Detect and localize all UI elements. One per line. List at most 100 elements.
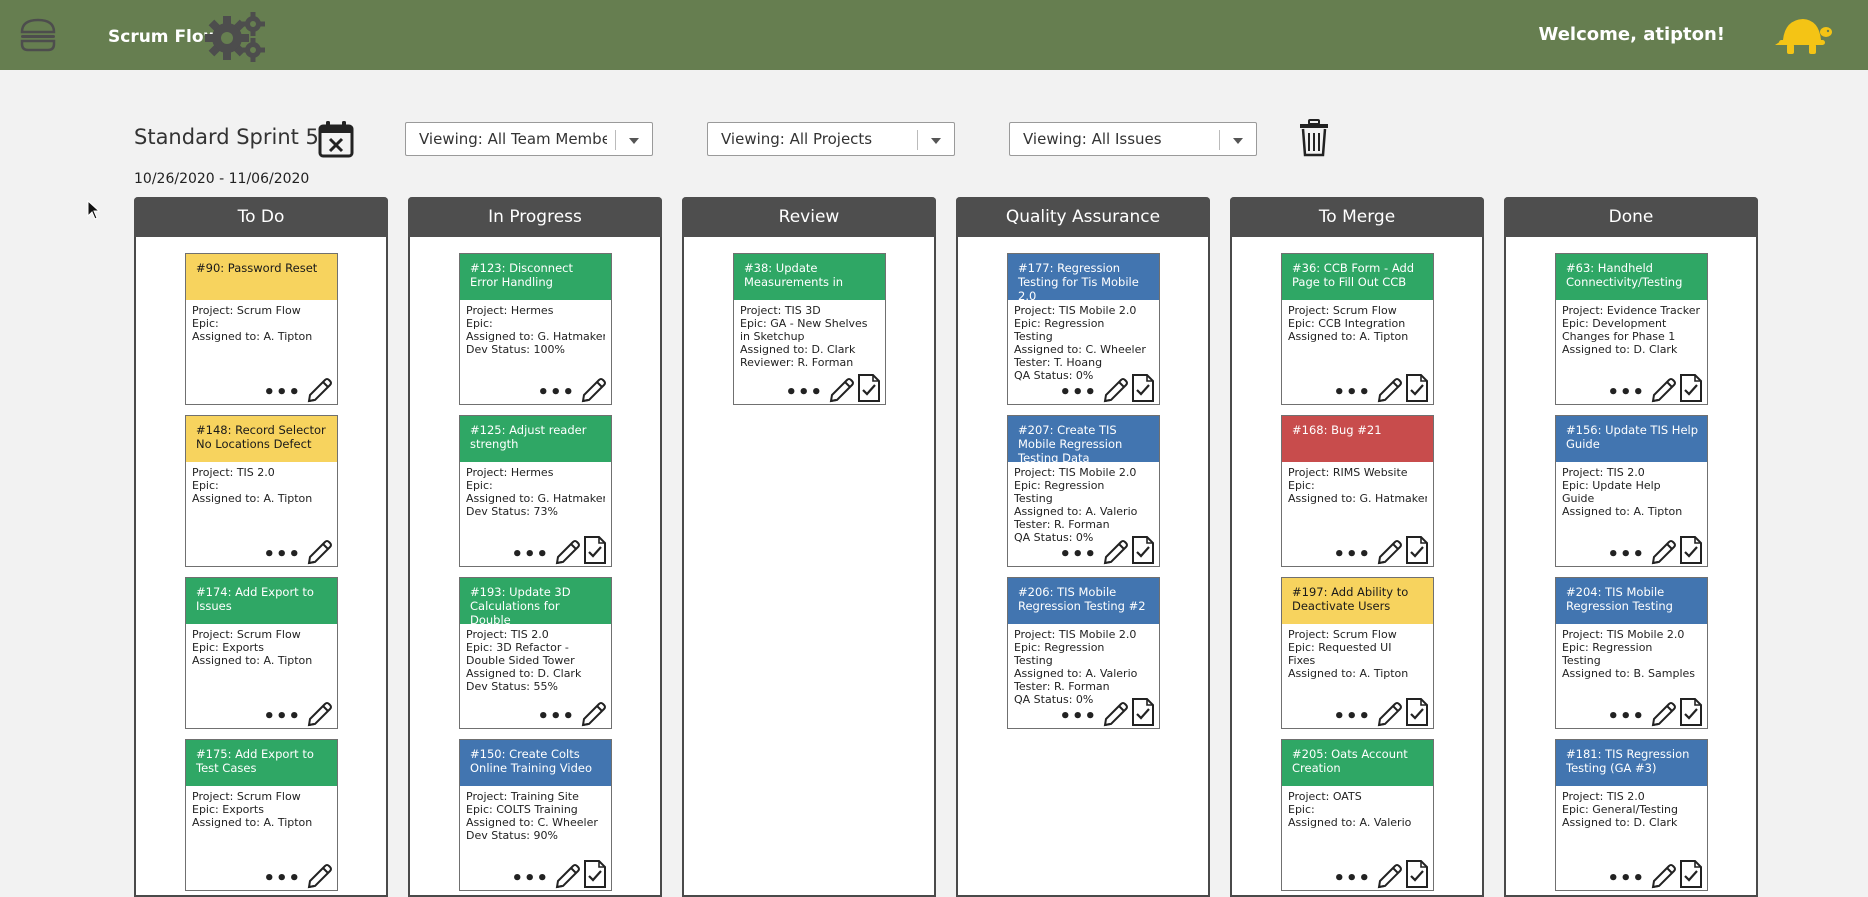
turtle-logo-icon[interactable]: [1775, 14, 1833, 56]
more-options-icon[interactable]: •••: [1607, 870, 1645, 889]
edit-pencil-icon[interactable]: [1649, 539, 1677, 565]
trash-icon[interactable]: [1298, 119, 1330, 157]
issue-card-title[interactable]: #38: Update Measurements in: [734, 254, 885, 300]
checklist-icon[interactable]: [1405, 373, 1429, 403]
gears-icon[interactable]: [203, 8, 269, 64]
projects-filter[interactable]: Viewing: All Projects: [707, 122, 955, 156]
issue-card[interactable]: #193: Update 3D Calculations for Double P…: [459, 577, 612, 729]
edit-pencil-icon[interactable]: [305, 539, 333, 565]
checklist-icon[interactable]: [1405, 859, 1429, 889]
checklist-icon[interactable]: [1131, 373, 1155, 403]
more-options-icon[interactable]: •••: [1607, 384, 1645, 403]
issue-card[interactable]: #174: Add Export to Issues Project: Scrum…: [185, 577, 338, 729]
issue-card[interactable]: #207: Create TIS Mobile Regression Testi…: [1007, 415, 1160, 567]
issue-card-title[interactable]: #90: Password Reset: [186, 254, 337, 300]
edit-pencil-icon[interactable]: [1375, 701, 1403, 727]
more-options-icon[interactable]: •••: [1333, 546, 1371, 565]
edit-pencil-icon[interactable]: [305, 701, 333, 727]
issue-card[interactable]: #181: TIS Regression Testing (GA #3) Proj…: [1555, 739, 1708, 891]
checklist-icon[interactable]: [1679, 697, 1703, 727]
edit-pencil-icon[interactable]: [553, 539, 581, 565]
issue-card-title[interactable]: #181: TIS Regression Testing (GA #3): [1556, 740, 1707, 786]
more-options-icon[interactable]: •••: [511, 546, 549, 565]
checklist-icon[interactable]: [857, 373, 881, 403]
more-options-icon[interactable]: •••: [1607, 546, 1645, 565]
edit-pencil-icon[interactable]: [1375, 863, 1403, 889]
edit-pencil-icon[interactable]: [579, 701, 607, 727]
issue-card[interactable]: #177: Regression Testing for Tis Mobile …: [1007, 253, 1160, 405]
issue-card-title[interactable]: #204: TIS Mobile Regression Testing: [1556, 578, 1707, 624]
edit-pencil-icon[interactable]: [553, 863, 581, 889]
issue-card-title[interactable]: #206: TIS Mobile Regression Testing #2: [1008, 578, 1159, 624]
issue-card-title[interactable]: #205: Oats Account Creation: [1282, 740, 1433, 786]
checklist-icon[interactable]: [1131, 535, 1155, 565]
issue-card[interactable]: #38: Update Measurements in Project: TIS …: [733, 253, 886, 405]
hamburger-menu-icon[interactable]: [18, 17, 58, 53]
issue-card[interactable]: #63: Handheld Connectivity/Testing Projec…: [1555, 253, 1708, 405]
more-options-icon[interactable]: •••: [1059, 384, 1097, 403]
issue-card[interactable]: #206: TIS Mobile Regression Testing #2 Pr…: [1007, 577, 1160, 729]
issue-card-title[interactable]: #123: Disconnect Error Handling: [460, 254, 611, 300]
more-options-icon[interactable]: •••: [263, 546, 301, 565]
checklist-icon[interactable]: [1679, 373, 1703, 403]
issue-card[interactable]: #205: Oats Account Creation Project: OATS…: [1281, 739, 1434, 891]
checklist-icon[interactable]: [583, 535, 607, 565]
issue-card-title[interactable]: #197: Add Ability to Deactivate Users: [1282, 578, 1433, 624]
issue-card-title[interactable]: #125: Adjust reader strength: [460, 416, 611, 462]
checklist-icon[interactable]: [1405, 697, 1429, 727]
issue-card[interactable]: #148: Record Selector No Locations Defec…: [185, 415, 338, 567]
checklist-icon[interactable]: [1131, 697, 1155, 727]
team-member-filter[interactable]: Viewing: All Team Member: [405, 122, 653, 156]
edit-pencil-icon[interactable]: [579, 377, 607, 403]
issue-card[interactable]: #125: Adjust reader strength Project: Her…: [459, 415, 612, 567]
chevron-down-icon[interactable]: [1233, 138, 1243, 144]
edit-pencil-icon[interactable]: [1649, 863, 1677, 889]
more-options-icon[interactable]: •••: [537, 708, 575, 727]
more-options-icon[interactable]: •••: [263, 870, 301, 889]
issue-card-title[interactable]: #156: Update TIS Help Guide: [1556, 416, 1707, 462]
edit-pencil-icon[interactable]: [1649, 377, 1677, 403]
calendar-close-icon[interactable]: [317, 120, 355, 158]
issue-card-title[interactable]: #63: Handheld Connectivity/Testing: [1556, 254, 1707, 300]
issue-card-title[interactable]: #36: CCB Form - Add Page to Fill Out CCB: [1282, 254, 1433, 300]
issue-card[interactable]: #36: CCB Form - Add Page to Fill Out CCB…: [1281, 253, 1434, 405]
issue-card-title[interactable]: #174: Add Export to Issues: [186, 578, 337, 624]
more-options-icon[interactable]: •••: [1059, 546, 1097, 565]
checklist-icon[interactable]: [583, 859, 607, 889]
issue-card[interactable]: #204: TIS Mobile Regression Testing Proje…: [1555, 577, 1708, 729]
edit-pencil-icon[interactable]: [305, 377, 333, 403]
edit-pencil-icon[interactable]: [827, 377, 855, 403]
issue-card[interactable]: #197: Add Ability to Deactivate Users Pro…: [1281, 577, 1434, 729]
edit-pencil-icon[interactable]: [1101, 701, 1129, 727]
checklist-icon[interactable]: [1405, 535, 1429, 565]
issue-card-title[interactable]: #193: Update 3D Calculations for Double: [460, 578, 611, 624]
more-options-icon[interactable]: •••: [1333, 384, 1371, 403]
issue-card-title[interactable]: #148: Record Selector No Locations Defec…: [186, 416, 337, 462]
more-options-icon[interactable]: •••: [1333, 870, 1371, 889]
issue-card-title[interactable]: #168: Bug #21: [1282, 416, 1433, 462]
more-options-icon[interactable]: •••: [1059, 708, 1097, 727]
checklist-icon[interactable]: [1679, 859, 1703, 889]
checklist-icon[interactable]: [1679, 535, 1703, 565]
more-options-icon[interactable]: •••: [263, 708, 301, 727]
issue-card-title[interactable]: #177: Regression Testing for Tis Mobile …: [1008, 254, 1159, 300]
edit-pencil-icon[interactable]: [1649, 701, 1677, 727]
chevron-down-icon[interactable]: [931, 138, 941, 144]
issue-card-title[interactable]: #175: Add Export to Test Cases: [186, 740, 337, 786]
more-options-icon[interactable]: •••: [1333, 708, 1371, 727]
more-options-icon[interactable]: •••: [537, 384, 575, 403]
issue-card[interactable]: #175: Add Export to Test Cases Project: S…: [185, 739, 338, 891]
edit-pencil-icon[interactable]: [1101, 539, 1129, 565]
issue-card-title[interactable]: #207: Create TIS Mobile Regression Testi…: [1008, 416, 1159, 462]
edit-pencil-icon[interactable]: [1375, 377, 1403, 403]
issue-card[interactable]: #168: Bug #21 Project: RIMS Website Epic: A…: [1281, 415, 1434, 567]
chevron-down-icon[interactable]: [629, 138, 639, 144]
issue-card[interactable]: #90: Password Reset Project: Scrum Flow Ep…: [185, 253, 338, 405]
more-options-icon[interactable]: •••: [1607, 708, 1645, 727]
issue-card[interactable]: #150: Create Colts Online Training Video…: [459, 739, 612, 891]
edit-pencil-icon[interactable]: [1101, 377, 1129, 403]
more-options-icon[interactable]: •••: [511, 870, 549, 889]
edit-pencil-icon[interactable]: [1375, 539, 1403, 565]
more-options-icon[interactable]: •••: [263, 384, 301, 403]
issue-card-title[interactable]: #150: Create Colts Online Training Video: [460, 740, 611, 786]
